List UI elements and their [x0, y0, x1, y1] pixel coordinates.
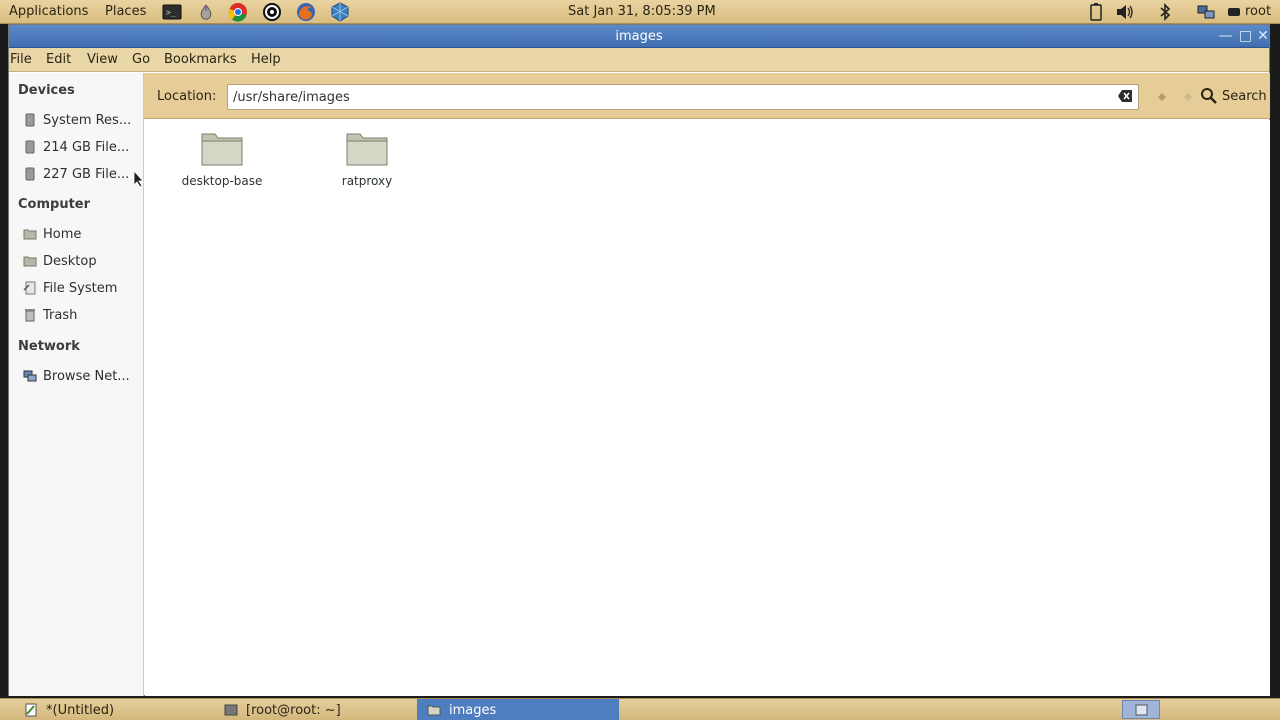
- sidebar-item-label: Browse Net...: [43, 368, 130, 384]
- sidebar-item-file-system[interactable]: File System: [23, 277, 141, 299]
- menu-help[interactable]: Help: [251, 52, 281, 67]
- folder-icon: [201, 133, 243, 166]
- folder-label: desktop-base: [181, 174, 263, 188]
- window-titlebar[interactable]: images — □ ✕: [9, 25, 1269, 48]
- maximize-icon[interactable]: □: [1237, 28, 1254, 45]
- forward-arrow-icon[interactable]: [1183, 92, 1193, 102]
- sidebar-item-label: Desktop: [43, 253, 97, 269]
- sidebar-item-home[interactable]: Home: [23, 223, 141, 245]
- network-header: Network: [18, 339, 80, 354]
- menu-go[interactable]: Go: [132, 52, 150, 67]
- drive-icon: [25, 167, 35, 181]
- drive-icon: [25, 140, 35, 154]
- sidebar-item-desktop[interactable]: Desktop: [23, 250, 141, 272]
- mouse-pointer-icon: [133, 170, 144, 188]
- text-editor-icon: [25, 703, 37, 717]
- back-arrow-icon[interactable]: [1157, 92, 1167, 102]
- close-icon[interactable]: ✕: [1257, 28, 1269, 45]
- sidebar-item-label: File System: [43, 280, 118, 296]
- menubar: File Edit View Go Bookmarks Help: [9, 48, 1269, 72]
- sidebar-item-227gb-filesystem[interactable]: 227 GB File...: [23, 163, 141, 185]
- location-label: Location:: [157, 89, 217, 104]
- user-menu[interactable]: root: [1245, 4, 1271, 19]
- menu-edit[interactable]: Edit: [46, 52, 71, 67]
- terminal-icon: [224, 704, 238, 716]
- location-input[interactable]: [227, 84, 1139, 110]
- network-icon: [23, 370, 37, 382]
- devices-header: Devices: [18, 83, 75, 98]
- sidebar-item-214gb-filesystem[interactable]: 214 GB File...: [23, 136, 141, 158]
- virtualbox-launcher-icon[interactable]: [330, 2, 350, 22]
- menu-bookmarks[interactable]: Bookmarks: [164, 52, 237, 67]
- user-chat-icon[interactable]: [1227, 2, 1241, 22]
- places-sidebar: Devices System Res... 214 GB File... 227…: [9, 73, 144, 696]
- terminal-launcher-icon[interactable]: >_: [162, 2, 182, 22]
- network-icon[interactable]: [1196, 2, 1216, 22]
- task-untitled-editor[interactable]: *(Untitled): [20, 699, 220, 720]
- menu-file[interactable]: File: [10, 52, 32, 67]
- folder-icon: [346, 133, 388, 166]
- task-label: [root@root: ~]: [246, 702, 341, 718]
- trash-icon: [25, 309, 35, 322]
- search-button[interactable]: Search: [1222, 89, 1267, 104]
- firefox-launcher-icon[interactable]: [296, 2, 316, 22]
- folder-item[interactable]: ratproxy: [307, 128, 427, 188]
- workspace-window-icon: [1135, 704, 1148, 716]
- clear-location-icon[interactable]: [1117, 89, 1133, 103]
- minimize-icon[interactable]: —: [1217, 28, 1234, 45]
- chrome-launcher-icon[interactable]: [228, 2, 248, 22]
- folder-icon: [427, 705, 441, 716]
- drive-icon: [25, 113, 35, 127]
- task-label: images: [449, 702, 497, 718]
- workspace-switcher[interactable]: [1122, 700, 1160, 719]
- sidebar-item-trash[interactable]: Trash: [23, 304, 141, 326]
- tor-onion-launcher-icon[interactable]: [196, 2, 216, 22]
- sidebar-item-label: 227 GB File...: [43, 166, 130, 182]
- window-title: images: [615, 29, 663, 44]
- location-bar: Location: Search: [144, 73, 1270, 119]
- home-folder-icon: [23, 229, 37, 240]
- sidebar-item-browse-network[interactable]: Browse Net...: [23, 365, 141, 387]
- menu-view[interactable]: View: [87, 52, 118, 67]
- sidebar-item-label: 214 GB File...: [43, 139, 130, 155]
- task-label: *(Untitled): [46, 702, 115, 718]
- volume-icon[interactable]: [1115, 2, 1135, 22]
- sidebar-item-label: System Res...: [43, 112, 132, 128]
- places-menu[interactable]: Places: [105, 4, 146, 19]
- sidebar-item-label: Trash: [43, 307, 78, 323]
- computer-header: Computer: [18, 197, 91, 212]
- file-system-icon: [23, 281, 36, 295]
- clock[interactable]: Sat Jan 31, 8:05:39 PM: [568, 4, 716, 19]
- file-view[interactable]: desktop-base ratproxy: [145, 120, 1270, 696]
- folder-item[interactable]: desktop-base: [162, 128, 282, 188]
- desktop-folder-icon: [23, 256, 37, 267]
- sidebar-item-label: Home: [43, 226, 82, 242]
- top-panel: Applications Places >_ Sat Jan 31, 8:05:…: [0, 0, 1280, 24]
- battery-icon[interactable]: [1086, 2, 1106, 22]
- bottom-panel: *(Untitled) [root@root: ~] images: [0, 698, 1280, 720]
- folder-label: ratproxy: [341, 174, 393, 188]
- sidebar-item-system-reserved[interactable]: System Res...: [23, 109, 141, 131]
- svg-text:>_: >_: [166, 8, 176, 17]
- file-manager-window: images — □ ✕ File Edit View Go Bookmarks…: [8, 24, 1270, 696]
- task-terminal[interactable]: [root@root: ~]: [222, 699, 414, 720]
- app-launcher-ring-icon[interactable]: [262, 2, 282, 22]
- task-images-window[interactable]: images: [417, 699, 619, 720]
- applications-menu[interactable]: Applications: [9, 4, 88, 19]
- search-icon[interactable]: [1200, 87, 1218, 105]
- bluetooth-icon[interactable]: [1155, 2, 1175, 22]
